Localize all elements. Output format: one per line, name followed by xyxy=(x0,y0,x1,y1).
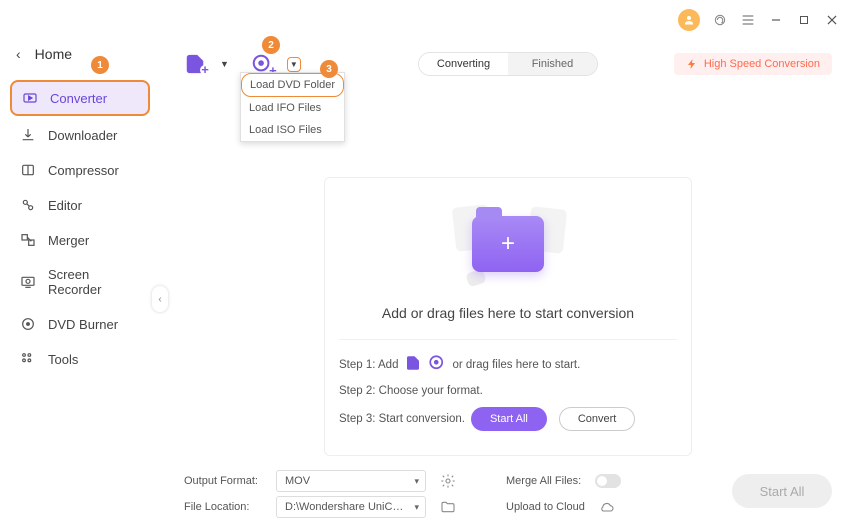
tab-converting[interactable]: Converting xyxy=(419,53,508,75)
editor-icon xyxy=(20,197,36,213)
sidebar-item-editor[interactable]: Editor xyxy=(10,189,150,221)
open-folder-icon[interactable] xyxy=(440,499,456,515)
tab-segment: Converting Finished xyxy=(418,52,598,76)
sidebar-item-downloader[interactable]: Downloader xyxy=(10,119,150,151)
sidebar-item-merger[interactable]: Merger xyxy=(10,224,150,256)
dropdown-item-load-iso[interactable]: Load ISO Files xyxy=(241,119,344,141)
minimize-button[interactable] xyxy=(768,12,784,28)
back-icon[interactable]: ‹ xyxy=(16,46,21,62)
format-settings-icon[interactable] xyxy=(440,473,456,489)
chevron-down-icon[interactable]: ▼ xyxy=(287,57,301,72)
merger-icon xyxy=(20,232,36,248)
convert-pill[interactable]: Convert xyxy=(559,407,636,431)
tools-icon xyxy=(20,351,36,367)
add-file-icon[interactable] xyxy=(404,354,422,375)
sidebar-collapse-handle[interactable]: ‹ xyxy=(151,285,169,313)
load-disc-dropdown: Load DVD Folder Load IFO Files Load ISO … xyxy=(240,72,345,142)
close-button[interactable] xyxy=(824,12,840,28)
dropzone-illustration[interactable]: + xyxy=(339,196,677,291)
dropzone-card: + Add or drag files here to start conver… xyxy=(324,177,692,456)
sidebar-item-label: Editor xyxy=(48,198,82,213)
sidebar-item-label: Converter xyxy=(50,91,107,106)
add-disc-icon[interactable] xyxy=(428,354,446,375)
step-1: Step 1: Add or drag files here to start. xyxy=(339,354,677,375)
tab-finished[interactable]: Finished xyxy=(508,53,597,75)
sidebar-item-label: Merger xyxy=(48,233,89,248)
high-speed-button[interactable]: High Speed Conversion xyxy=(674,53,832,75)
dropzone-headline: Add or drag files here to start conversi… xyxy=(339,305,677,321)
support-icon[interactable] xyxy=(712,12,728,28)
sidebar-item-label: Screen Recorder xyxy=(48,267,140,297)
callout-2: 2 xyxy=(262,36,280,54)
user-avatar[interactable] xyxy=(678,9,700,31)
start-all-button[interactable]: Start All xyxy=(732,474,832,508)
sidebar-item-label: DVD Burner xyxy=(48,317,118,332)
screenrecorder-icon xyxy=(20,274,36,290)
converter-icon xyxy=(22,90,38,106)
sidebar-item-label: Compressor xyxy=(48,163,119,178)
upload-cloud-label: Upload to Cloud xyxy=(506,501,585,513)
add-file-button[interactable]: + ▼ xyxy=(184,53,229,75)
merge-label: Merge All Files: xyxy=(506,475,581,487)
home-label: Home xyxy=(35,46,72,62)
sidebar-item-dvdburner[interactable]: DVD Burner xyxy=(10,308,150,340)
sidebar-item-label: Downloader xyxy=(48,128,117,143)
menu-icon[interactable] xyxy=(740,12,756,28)
callout-3: 3 xyxy=(320,60,338,78)
sidebar-item-converter[interactable]: Converter xyxy=(10,80,150,116)
step1-post: or drag files here to start. xyxy=(452,359,580,371)
step1-pre: Step 1: Add xyxy=(339,359,398,371)
sidebar-item-screenrecorder[interactable]: Screen Recorder xyxy=(10,259,150,305)
step-3: Step 3: Start conversion. Start All Conv… xyxy=(339,407,677,431)
home-row[interactable]: ‹ Home xyxy=(10,40,150,80)
output-format-select[interactable]: MOV xyxy=(276,470,426,492)
output-format-label: Output Format: xyxy=(184,475,262,487)
compressor-icon xyxy=(20,162,36,178)
folder-plus-icon: + xyxy=(472,216,544,272)
sidebar: ‹ Home Converter Downloader Compressor xyxy=(0,40,160,530)
sidebar-item-label: Tools xyxy=(48,352,78,367)
dropdown-item-load-ifo[interactable]: Load IFO Files xyxy=(241,97,344,119)
callout-1: 1 xyxy=(91,56,109,74)
dvdburner-icon xyxy=(20,316,36,332)
step3-text: Step 3: Start conversion. xyxy=(339,413,465,425)
sidebar-item-compressor[interactable]: Compressor xyxy=(10,154,150,186)
window-titlebar xyxy=(0,0,850,40)
start-all-pill[interactable]: Start All xyxy=(471,407,547,431)
merge-toggle[interactable] xyxy=(595,474,621,488)
file-location-select[interactable]: D:\Wondershare UniConverter 1 xyxy=(276,496,426,518)
chevron-down-icon[interactable]: ▼ xyxy=(220,59,229,69)
cloud-icon[interactable] xyxy=(599,499,615,515)
downloader-icon xyxy=(20,127,36,143)
high-speed-label: High Speed Conversion xyxy=(704,58,820,70)
file-location-label: File Location: xyxy=(184,501,262,513)
sidebar-item-tools[interactable]: Tools xyxy=(10,343,150,375)
maximize-button[interactable] xyxy=(796,12,812,28)
step-2: Step 2: Choose your format. xyxy=(339,385,677,397)
